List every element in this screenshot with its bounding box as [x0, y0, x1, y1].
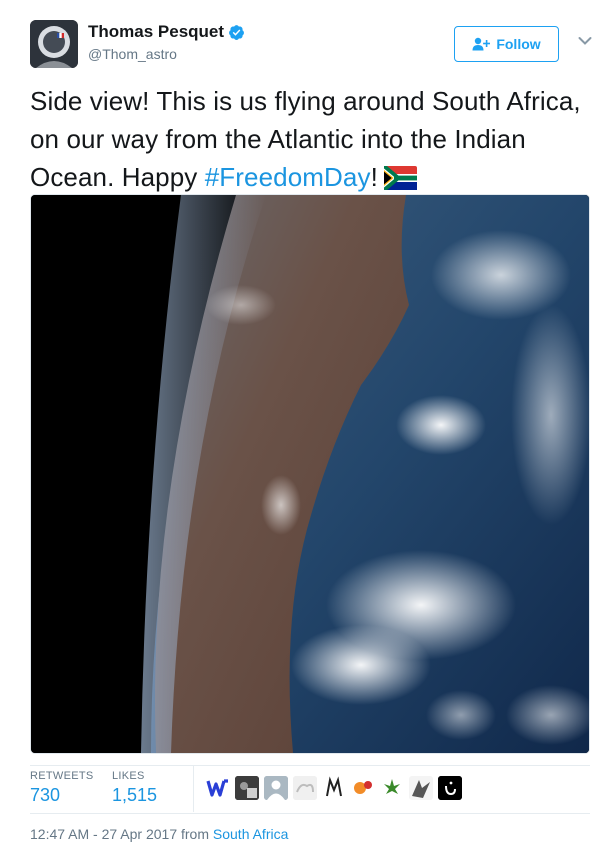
liker-avatar-silhouette [409, 776, 433, 800]
liker-avatar-sketch [293, 776, 317, 800]
stats-divider-top [30, 765, 590, 766]
stats-divider-bottom [30, 813, 590, 814]
author-name[interactable]: Thomas Pesquet [88, 22, 224, 42]
retweets-count: 730 [30, 785, 61, 805]
from-label: from [181, 826, 209, 842]
stats-vertical-divider [193, 766, 194, 812]
earth-from-space-image [31, 195, 589, 753]
liker-avatar[interactable] [235, 776, 259, 800]
liker-avatar-photo [235, 776, 259, 800]
tweet-text: Side view! This is us flying around Sout… [30, 82, 590, 196]
author-handle[interactable]: @Thom_astro [88, 46, 177, 62]
author-name-row: Thomas Pesquet [88, 22, 245, 42]
liker-avatar-w-logo [206, 779, 228, 797]
south-africa-flag-icon [383, 166, 417, 190]
retweets-stat[interactable]: RETWEETS 730 [30, 770, 94, 806]
likes-count: 1,515 [112, 785, 158, 805]
follow-button[interactable]: Follow [454, 26, 559, 62]
liker-avatar[interactable] [380, 776, 404, 800]
verified-badge-icon [229, 24, 244, 40]
avatar-astronaut-image [30, 20, 78, 68]
liker-avatar[interactable] [293, 776, 317, 800]
likes-stat[interactable]: LIKES 1,515 [112, 770, 157, 806]
liker-avatar[interactable] [351, 776, 375, 800]
liker-avatar-leaf [380, 776, 404, 800]
liker-avatar[interactable] [438, 776, 462, 800]
default-profile-icon [264, 776, 288, 800]
chevron-down-icon[interactable] [578, 36, 592, 46]
liker-avatar[interactable] [264, 776, 288, 800]
liker-avatar[interactable] [409, 776, 433, 800]
liker-avatar[interactable] [206, 776, 230, 800]
likes-label: LIKES [112, 770, 145, 782]
tweet-timestamp[interactable]: 12:47 AM - 27 Apr 2017 [30, 826, 177, 842]
tweet-photo[interactable] [30, 194, 590, 754]
liker-avatar-cartoon [351, 776, 375, 800]
avatar[interactable] [30, 20, 78, 68]
add-user-icon [472, 37, 491, 51]
liker-avatar-logo [438, 776, 462, 800]
tweet-text-end: ! [370, 162, 378, 192]
liker-avatar[interactable] [322, 776, 346, 800]
likers-avatars [206, 776, 467, 800]
place-link[interactable]: South Africa [213, 826, 289, 842]
hashtag-link[interactable]: #FreedomDay [205, 162, 371, 192]
liker-avatar-drawing [322, 776, 346, 800]
tweet-meta: 12:47 AM - 27 Apr 2017 from South Africa [30, 826, 288, 842]
follow-label: Follow [496, 36, 541, 52]
retweets-label: RETWEETS [30, 770, 94, 782]
